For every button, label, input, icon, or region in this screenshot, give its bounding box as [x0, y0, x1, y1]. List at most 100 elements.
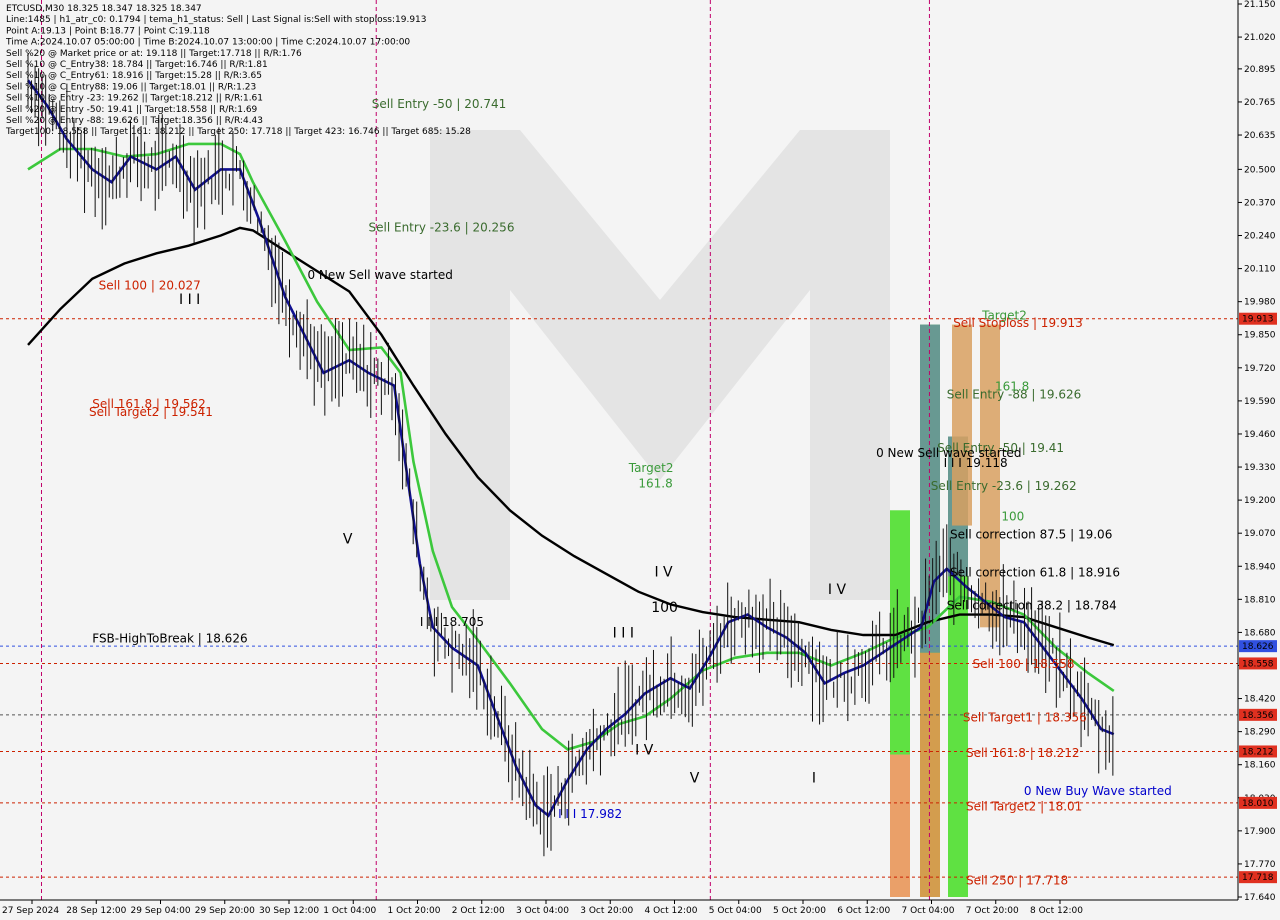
info-line-9: Sell %20 @ Entry -50: 19.41 || Target:18…	[6, 105, 258, 115]
wave-label-0: I I I	[179, 292, 200, 308]
y-tick-label-5: 20.500	[1244, 165, 1276, 175]
x-tick-label-0: 27 Sep 2024	[2, 906, 59, 916]
info-line-5: Sell %10 @ C_Entry38: 18.784 || Target:1…	[6, 60, 268, 70]
info-line-11: Target100: 18.558 || Target 161: 18.212 …	[5, 127, 471, 137]
annotation-label-5: Sell Target2 | 19.541	[89, 405, 213, 419]
y-tick-label-6: 20.370	[1244, 198, 1276, 208]
price-tag-label-3: 18.356	[1242, 711, 1274, 721]
annotation-label-25: Sell 161.8 | 18.212	[966, 746, 1080, 760]
y-tick-label-14: 19.330	[1244, 463, 1276, 473]
y-tick-label-4: 20.635	[1244, 131, 1276, 141]
wave-label-2: I V	[654, 564, 673, 580]
x-tick-label-12: 5 Oct 20:00	[773, 906, 826, 916]
info-line-0: ETCUSD,M30 18.325 18.347 18.325 18.347	[6, 4, 202, 14]
x-tick-label-10: 4 Oct 12:00	[645, 906, 698, 916]
price-tag-label-1: 18.626	[1242, 642, 1274, 652]
annotation-label-21: Sell correction 61.8 | 18.916	[950, 565, 1120, 579]
target-zone-4	[920, 652, 940, 897]
wave-label-7: I V	[828, 582, 847, 598]
info-line-3: Time A:2024.10.07 05:00:00 | Time B:2024…	[5, 38, 410, 48]
annotation-label-12: Target2	[981, 308, 1027, 322]
annotation-label-14: 161.8	[995, 380, 1029, 394]
y-tick-label-3: 20.765	[1244, 98, 1276, 108]
x-tick-label-11: 5 Oct 04:00	[709, 906, 762, 916]
annotation-label-8: FSB-HighToBreak | 18.626	[92, 632, 247, 646]
annotation-label-26: 0 New Buy Wave started	[1024, 784, 1172, 798]
annotation-label-0: Sell Entry -50 | 20.741	[372, 97, 506, 111]
info-line-7: Sell %10 @ C_Entry88: 19.06 || Target:18…	[6, 82, 256, 92]
annotation-label-17: I I I 19.118	[944, 456, 1008, 470]
y-tick-label-19: 18.680	[1244, 628, 1276, 638]
target-zone-7	[952, 324, 972, 526]
annotation-label-1: Sell Entry -23.6 | 20.256	[369, 220, 515, 234]
wave-label-4: 100	[651, 600, 678, 616]
info-line-6: Sell %10 @ C_Entry61: 18.916 || Target:1…	[6, 71, 262, 81]
y-tick-label-17: 18.940	[1244, 562, 1276, 572]
x-tick-label-9: 3 Oct 20:00	[580, 906, 633, 916]
annotation-label-9: I I I 18.705	[420, 615, 484, 629]
annotation-label-10: I I I 17.982	[558, 807, 622, 821]
price-chart: Sell Entry -50 | 20.741 Sell Entry -23.6 …	[0, 0, 1280, 920]
wave-label-8: I	[812, 771, 816, 787]
annotation-label-6: Target2	[628, 461, 674, 475]
y-tick-label-15: 19.200	[1244, 496, 1276, 506]
x-tick-label-3: 29 Sep 20:00	[195, 906, 255, 916]
wave-label-1: V	[343, 531, 353, 547]
annotation-label-2: Sell 100 | 20.027	[99, 279, 201, 293]
info-line-8: Sell %10 @ Entry -23: 19.262 || Target:1…	[6, 94, 263, 104]
wave-label-6: V	[690, 771, 700, 787]
y-tick-label-25: 17.900	[1244, 827, 1276, 837]
y-tick-label-22: 18.290	[1244, 728, 1276, 738]
info-line-10: Sell %20 @ Entry -88: 19.626 || Target:1…	[6, 116, 263, 126]
annotation-label-7: 161.8	[638, 476, 672, 490]
annotation-label-18: Sell Entry -23.6 | 19.262	[931, 479, 1077, 493]
price-tag-label-2: 18.558	[1242, 659, 1274, 669]
x-tick-label-14: 7 Oct 04:00	[902, 906, 955, 916]
x-tick-label-15: 7 Oct 20:00	[966, 906, 1019, 916]
x-tick-label-8: 3 Oct 04:00	[516, 906, 569, 916]
price-tag-label-4: 18.212	[1242, 747, 1274, 757]
x-tick-label-13: 6 Oct 12:00	[837, 906, 890, 916]
y-tick-label-18: 18.810	[1244, 595, 1276, 605]
x-tick-label-2: 29 Sep 04:00	[131, 906, 191, 916]
annotation-label-28: Sell 250 | 17.718	[966, 873, 1068, 887]
x-tick-label-6: 1 Oct 20:00	[388, 906, 441, 916]
wave-label-3: I I I	[613, 625, 634, 641]
y-tick-label-11: 19.720	[1244, 364, 1276, 374]
annotation-label-3: 0 New Sell wave started	[307, 268, 452, 282]
price-tag-label-6: 17.718	[1242, 873, 1274, 883]
target-zone-8	[980, 324, 1000, 628]
price-tag-label-5: 18.010	[1242, 799, 1274, 809]
y-tick-label-10: 19.850	[1244, 331, 1276, 341]
y-tick-label-12: 19.590	[1244, 397, 1276, 407]
price-axis: 21.150 21.020 20.895 20.765 20.635 20.500 20.3…	[1237, 0, 1280, 903]
y-tick-label-16: 19.070	[1244, 529, 1276, 539]
y-tick-label-13: 19.460	[1244, 430, 1276, 440]
x-tick-label-1: 28 Sep 12:00	[66, 906, 126, 916]
annotation-label-23: Sell 100 | 18.558	[972, 657, 1074, 671]
y-tick-label-9: 19.980	[1244, 298, 1276, 308]
y-tick-label-8: 20.110	[1244, 265, 1276, 275]
info-line-4: Sell %20 @ Market price or at: 19.118 ||…	[6, 49, 302, 59]
y-tick-label-0: 21.150	[1244, 0, 1276, 10]
x-tick-label-7: 2 Oct 12:00	[452, 906, 505, 916]
y-tick-label-21: 18.420	[1244, 695, 1276, 705]
x-tick-label-5: 1 Oct 04:00	[323, 906, 376, 916]
y-tick-label-7: 20.240	[1244, 232, 1276, 242]
annotation-label-20: Sell correction 87.5 | 19.06	[950, 527, 1112, 541]
annotation-label-27: Sell Target2 | 18.01	[966, 799, 1082, 813]
wave-label-5: I V	[635, 743, 654, 759]
y-tick-label-2: 20.895	[1244, 65, 1276, 75]
annotation-label-24: Sell Target1 | 18.356	[963, 710, 1087, 724]
y-tick-label-23: 18.160	[1244, 761, 1276, 771]
x-tick-label-16: 8 Oct 12:00	[1030, 906, 1083, 916]
annotation-label-19: 100	[1001, 509, 1024, 523]
info-line-1: Line:1485 | h1_atr_c0: 0.1794 | tema_h1_…	[6, 15, 427, 25]
info-line-2: Point A:19.13 | Point B:18.77 | Point C:…	[6, 26, 210, 36]
price-tag-label-0: 19.913	[1242, 315, 1274, 325]
annotation-label-22: Sell correction 38.2 | 18.784	[947, 599, 1117, 613]
target-zone-0	[890, 754, 910, 897]
time-axis: 27 Sep 2024 28 Sep 12:00 29 Sep 04:00 29 Se…	[0, 899, 1280, 920]
y-tick-label-26: 17.770	[1244, 860, 1276, 870]
x-tick-label-4: 30 Sep 12:00	[259, 906, 319, 916]
